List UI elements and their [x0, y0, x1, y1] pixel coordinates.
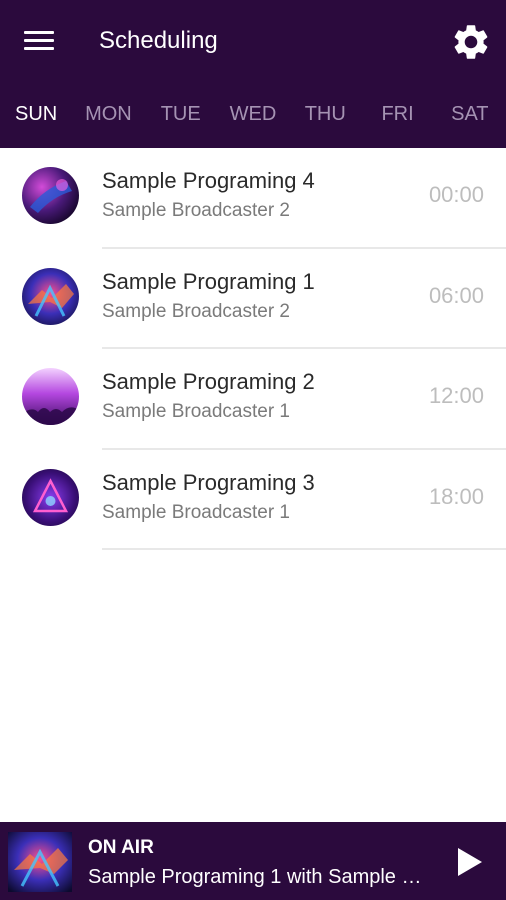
now-playing-artwork	[8, 832, 72, 892]
broadcaster-name: Sample Broadcaster 1	[102, 401, 290, 422]
program-time: 00:00	[428, 182, 484, 207]
list-item[interactable]: Sample Programing 4 Sample Broadcaster 2…	[0, 148, 506, 249]
app-bar: Scheduling SUN MON TUE WED THU FRI SAT	[0, 0, 506, 148]
tab-sun[interactable]: SUN	[0, 95, 72, 135]
list-item[interactable]: Sample Programing 2 Sample Broadcaster 1…	[0, 349, 506, 450]
tab-thu[interactable]: THU	[289, 95, 361, 135]
page-title: Scheduling	[99, 27, 218, 54]
program-time: 12:00	[428, 383, 484, 408]
tab-sat[interactable]: SAT	[434, 95, 506, 135]
program-time: 06:00	[428, 282, 484, 308]
hamburger-menu-icon[interactable]	[22, 27, 56, 55]
program-artwork-avatar	[22, 368, 79, 425]
program-artwork-avatar	[22, 167, 79, 224]
program-artwork-avatar	[22, 267, 79, 325]
divider	[102, 548, 506, 550]
tab-mon[interactable]: MON	[72, 95, 144, 135]
broadcaster-name: Sample Broadcaster 2	[102, 300, 290, 322]
tab-fri[interactable]: FRI	[361, 95, 433, 135]
mini-player[interactable]: ON AIR Sample Programing 1 with Sample B…	[0, 822, 506, 900]
program-title: Sample Programing 4	[102, 168, 315, 193]
gear-icon[interactable]	[450, 21, 492, 63]
play-icon[interactable]	[452, 844, 486, 880]
broadcaster-name: Sample Broadcaster 1	[102, 501, 290, 523]
list-item[interactable]: Sample Programing 1 Sample Broadcaster 2…	[0, 249, 506, 349]
program-title: Sample Programing 1	[102, 268, 315, 294]
program-time: 18:00	[428, 483, 484, 509]
on-air-label: ON AIR	[88, 837, 154, 858]
program-title: Sample Programing 2	[102, 369, 315, 394]
broadcaster-name: Sample Broadcaster 2	[102, 200, 290, 221]
schedule-list: Sample Programing 4 Sample Broadcaster 2…	[0, 148, 506, 550]
now-playing-text: Sample Programing 1 with Sample Broadcas…	[88, 866, 426, 888]
list-item[interactable]: Sample Programing 3 Sample Broadcaster 1…	[0, 450, 506, 550]
day-tabs: SUN MON TUE WED THU FRI SAT	[0, 95, 506, 135]
tab-tue[interactable]: TUE	[145, 95, 217, 135]
program-artwork-avatar	[22, 468, 79, 526]
program-title: Sample Programing 3	[102, 469, 315, 495]
tab-wed[interactable]: WED	[217, 95, 289, 135]
